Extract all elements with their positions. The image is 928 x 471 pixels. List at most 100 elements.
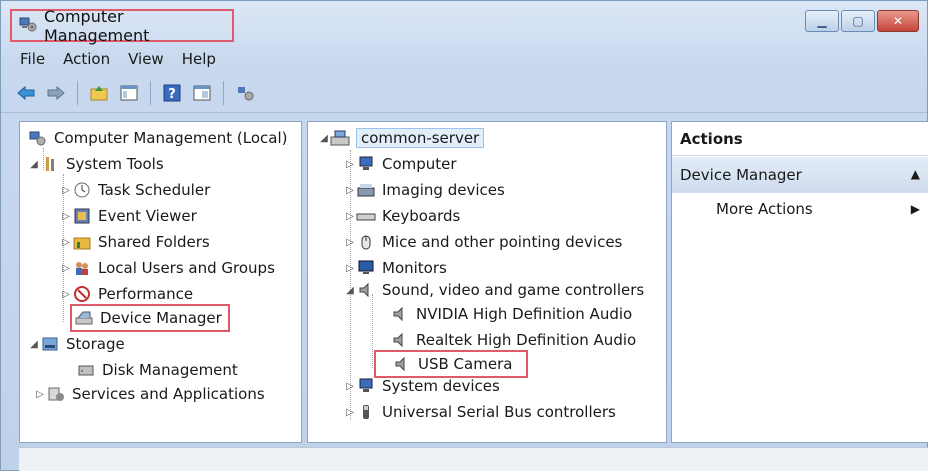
collapsed-arrow-icon[interactable]: ▷ [344, 159, 356, 170]
expanded-arrow-icon[interactable]: ◢ [28, 339, 40, 350]
scanner-icon [356, 181, 376, 199]
computer-management-icon [18, 14, 38, 38]
device-node-system-devices[interactable]: ▷ System devices [344, 374, 500, 398]
collapsed-arrow-icon[interactable]: ▷ [344, 211, 356, 222]
maximize-button[interactable]: ▢ [841, 10, 875, 32]
tree-node-local-users-and-groups[interactable]: ▷ Local Users and Groups [60, 256, 275, 280]
menu-bar: File Action View Help [1, 47, 927, 71]
more-actions-link[interactable]: More Actions [716, 200, 813, 218]
collapse-arrow-icon[interactable]: ▲ [911, 167, 920, 181]
tree-node-label: Universal Serial Bus controllers [382, 403, 616, 421]
speaker-icon [356, 281, 376, 299]
console-tree-pane[interactable]: Computer Management (Local) ◢ System Too… [19, 121, 302, 443]
tree-node-task-scheduler[interactable]: ▷ Task Scheduler [60, 178, 210, 202]
computer-management-icon [28, 129, 48, 147]
device-node-common-server[interactable]: ◢ common-server [318, 126, 485, 150]
computer-management-window: Computer Management ▁ ▢ ✕ File Action Vi… [0, 0, 928, 471]
up-button[interactable] [86, 80, 112, 106]
expanded-arrow-icon[interactable]: ◢ [318, 133, 330, 144]
services-icon [46, 385, 66, 403]
actions-section-device-manager[interactable]: Device Manager ▲ [672, 157, 928, 193]
device-node-computer[interactable]: ▷ Computer [344, 152, 457, 176]
device-node-mice[interactable]: ▷ Mice and other pointing devices [344, 230, 622, 254]
collapsed-arrow-icon[interactable]: ▷ [34, 389, 46, 400]
title-bar[interactable]: Computer Management ▁ ▢ ✕ [1, 1, 927, 45]
show-hide-tree-button[interactable] [116, 80, 142, 106]
system-tools-icon [40, 155, 60, 173]
back-button[interactable] [13, 80, 39, 106]
close-button[interactable]: ✕ [877, 10, 919, 32]
clock-icon [72, 181, 92, 199]
users-icon [72, 259, 92, 277]
disk-icon [76, 361, 96, 379]
collapsed-arrow-icon[interactable]: ▷ [344, 263, 356, 274]
toolbar-separator [77, 80, 78, 105]
collapsed-arrow-icon[interactable]: ▷ [60, 185, 72, 196]
toolbar-separator [223, 80, 224, 105]
properties-button[interactable] [189, 80, 215, 106]
tree-node-services-and-applications[interactable]: ▷ Services and Applications [34, 382, 265, 406]
tree-node-label: Shared Folders [98, 233, 210, 251]
mouse-icon [356, 233, 376, 251]
window-title: Computer Management [44, 6, 150, 45]
close-icon: ✕ [892, 14, 904, 28]
menu-file[interactable]: File [11, 50, 54, 68]
collapsed-arrow-icon[interactable]: ▷ [60, 237, 72, 248]
tree-node-computer-management-local[interactable]: Computer Management (Local) [28, 126, 288, 150]
expanded-arrow-icon[interactable]: ◢ [344, 285, 356, 296]
device-node-keyboards[interactable]: ▷ Keyboards [344, 204, 460, 228]
help-button[interactable]: ? [159, 80, 185, 106]
tree-node-label: Local Users and Groups [98, 259, 275, 277]
tree-line [372, 294, 373, 368]
device-node-nvidia-audio[interactable]: NVIDIA High Definition Audio [390, 302, 632, 326]
system-devices-icon [356, 377, 376, 395]
tree-node-label: NVIDIA High Definition Audio [416, 305, 633, 323]
tree-node-label: Keyboards [382, 207, 461, 225]
tree-node-label: Computer [382, 155, 457, 173]
menu-help[interactable]: Help [173, 50, 225, 68]
tree-node-label: Device Manager [100, 309, 222, 327]
menu-view[interactable]: View [119, 50, 173, 68]
collapsed-arrow-icon[interactable]: ▷ [344, 407, 356, 418]
tree-node-storage[interactable]: ◢ Storage [28, 332, 125, 356]
collapsed-arrow-icon[interactable]: ▷ [60, 289, 72, 300]
device-tree-pane[interactable]: ◢ common-server ▷ Computer ▷ Imaging dev… [307, 121, 667, 443]
tree-node-label: USB Camera [418, 355, 513, 373]
tree-node-label: Event Viewer [98, 207, 197, 225]
device-node-monitors[interactable]: ▷ Monitors [344, 256, 447, 280]
keyboard-icon [356, 207, 376, 225]
submenu-arrow-icon[interactable]: ▶ [911, 202, 920, 216]
device-node-sound-video-game[interactable]: ◢ Sound, video and game controllers [344, 278, 644, 302]
tree-node-label: Services and Applications [72, 385, 265, 403]
tree-node-label: Computer Management (Local) [54, 129, 288, 147]
performance-icon [72, 285, 92, 303]
collapsed-arrow-icon[interactable]: ▷ [60, 263, 72, 274]
collapsed-arrow-icon[interactable]: ▷ [344, 237, 356, 248]
minimize-button[interactable]: ▁ [805, 10, 839, 32]
expanded-arrow-icon[interactable]: ◢ [28, 159, 40, 170]
connect-icon [238, 86, 254, 100]
tree-node-disk-management[interactable]: Disk Management [76, 358, 238, 382]
collapsed-arrow-icon[interactable]: ▷ [60, 211, 72, 222]
menu-action[interactable]: Action [54, 50, 119, 68]
tree-node-label: Storage [66, 335, 125, 353]
device-node-realtek-audio[interactable]: Realtek High Definition Audio [390, 328, 636, 352]
tree-node-shared-folders[interactable]: ▷ Shared Folders [60, 230, 210, 254]
toolbar-separator [150, 80, 151, 105]
collapsed-arrow-icon[interactable]: ▷ [344, 185, 356, 196]
device-node-imaging-devices[interactable]: ▷ Imaging devices [344, 178, 505, 202]
tree-node-system-tools[interactable]: ◢ System Tools [28, 152, 164, 176]
actions-section-label: Device Manager [680, 166, 802, 184]
tree-node-device-manager[interactable]: Device Manager [70, 304, 230, 332]
speaker-icon [390, 305, 410, 323]
forward-button[interactable] [43, 80, 69, 106]
event-viewer-icon [72, 207, 92, 225]
connect-button[interactable] [232, 80, 258, 106]
storage-icon [40, 335, 60, 353]
collapsed-arrow-icon[interactable]: ▷ [344, 381, 356, 392]
tree-node-event-viewer[interactable]: ▷ Event Viewer [60, 204, 197, 228]
back-arrow-icon [17, 85, 35, 100]
computer-icon [356, 155, 376, 173]
tree-node-performance[interactable]: ▷ Performance [60, 282, 193, 306]
device-node-usb-controllers[interactable]: ▷ Universal Serial Bus controllers [344, 400, 616, 424]
